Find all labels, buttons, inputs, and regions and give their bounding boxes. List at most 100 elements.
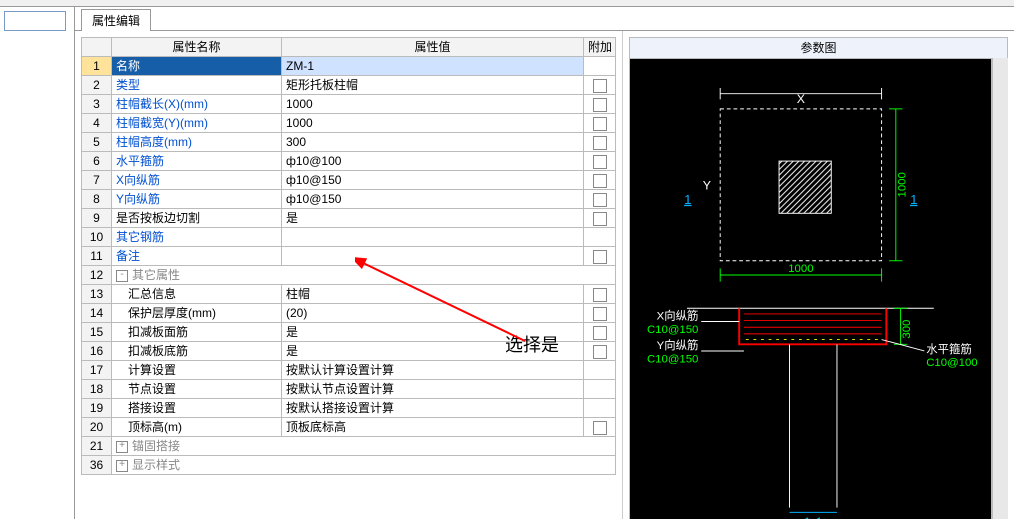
extra-cell[interactable] [584, 133, 616, 152]
table-row[interactable]: 12-其它属性 [82, 266, 616, 285]
extra-cell[interactable] [584, 76, 616, 95]
toolbar-strip [0, 0, 1014, 7]
prop-value[interactable]: 1000 [282, 114, 584, 133]
table-row[interactable]: 18 节点设置 按默认节点设置计算 [82, 380, 616, 399]
extra-cell[interactable] [584, 247, 616, 266]
prop-value[interactable]: 按默认计算设置计算 [282, 361, 584, 380]
extra-cell[interactable] [584, 95, 616, 114]
svg-text:1-1: 1-1 [804, 515, 823, 519]
checkbox-icon[interactable] [593, 250, 607, 264]
checkbox-icon[interactable] [593, 193, 607, 207]
row-number: 19 [82, 399, 112, 418]
prop-value[interactable]: 矩形托板柱帽 [282, 76, 584, 95]
prop-value[interactable]: 是 [282, 209, 584, 228]
col-value: 属性值 [282, 38, 584, 57]
table-row[interactable]: 20 顶标高(m)顶板底标高 [82, 418, 616, 437]
extra-cell[interactable] [584, 285, 616, 304]
prop-value[interactable]: (20) [282, 304, 584, 323]
table-row[interactable]: 11备注 [82, 247, 616, 266]
col-extra: 附加 [584, 38, 616, 57]
checkbox-icon[interactable] [593, 174, 607, 188]
checkbox-icon[interactable] [593, 79, 607, 93]
row-number: 12 [82, 266, 112, 285]
row-number: 18 [82, 380, 112, 399]
prop-value[interactable]: 按默认搭接设置计算 [282, 399, 584, 418]
search-input[interactable] [4, 11, 66, 31]
table-row[interactable]: 1名称ZM-1 [82, 57, 616, 76]
table-row[interactable]: 21+锚固搭接 [82, 437, 616, 456]
row-number: 10 [82, 228, 112, 247]
svg-text:Y: Y [703, 179, 711, 193]
row-number: 2 [82, 76, 112, 95]
prop-value[interactable] [282, 228, 584, 247]
checkbox-icon[interactable] [593, 326, 607, 340]
extra-cell[interactable] [584, 171, 616, 190]
checkbox-icon[interactable] [593, 307, 607, 321]
extra-cell[interactable] [584, 114, 616, 133]
prop-value[interactable]: ZM-1 [282, 57, 584, 76]
prop-name: 其它属性 [132, 268, 180, 282]
prop-name: 顶标高(m) [116, 420, 182, 434]
svg-text:1: 1 [684, 192, 691, 207]
svg-text:X: X [797, 92, 805, 106]
prop-name: 其它钢筋 [116, 230, 164, 244]
extra-cell[interactable] [584, 361, 616, 380]
row-number: 11 [82, 247, 112, 266]
prop-value[interactable]: 1000 [282, 95, 584, 114]
expand-icon[interactable]: + [116, 441, 128, 453]
table-row[interactable]: 19 搭接设置按默认搭接设置计算 [82, 399, 616, 418]
extra-cell[interactable] [584, 190, 616, 209]
extra-cell[interactable] [584, 342, 616, 361]
table-row[interactable]: 10 其它钢筋 [82, 228, 616, 247]
table-row[interactable]: 9是否按板边切割是 [82, 209, 616, 228]
checkbox-icon[interactable] [593, 212, 607, 226]
table-row[interactable]: 4柱帽截宽(Y)(mm)1000 [82, 114, 616, 133]
prop-value[interactable]: ф10@150 [282, 171, 584, 190]
table-row[interactable]: 6水平箍筋ф10@100 [82, 152, 616, 171]
checkbox-icon[interactable] [593, 117, 607, 131]
table-row[interactable]: 17 计算设置按默认计算设置计算 [82, 361, 616, 380]
extra-cell[interactable] [584, 380, 616, 399]
expand-icon[interactable]: + [116, 460, 128, 472]
prop-name: 柱帽高度(mm) [116, 135, 192, 149]
prop-value[interactable]: 按默认节点设置计算 [282, 380, 584, 399]
table-row[interactable]: 13 汇总信息柱帽 [82, 285, 616, 304]
extra-cell[interactable] [584, 399, 616, 418]
checkbox-icon[interactable] [593, 288, 607, 302]
extra-cell[interactable] [584, 57, 616, 76]
prop-name: 节点设置 [116, 382, 176, 396]
table-row[interactable]: 7X向纵筋ф10@150 [82, 171, 616, 190]
prop-value[interactable]: ф10@150 [282, 190, 584, 209]
table-row[interactable]: 3柱帽截长(X)(mm)1000 [82, 95, 616, 114]
extra-cell[interactable] [584, 209, 616, 228]
scrollbar-stub[interactable] [992, 58, 1008, 519]
row-number: 16 [82, 342, 112, 361]
prop-name: 柱帽截宽(Y)(mm) [116, 116, 208, 130]
prop-value[interactable]: 顶板底标高 [282, 418, 584, 437]
table-row[interactable]: 5柱帽高度(mm)300 [82, 133, 616, 152]
prop-value[interactable]: ф10@100 [282, 152, 584, 171]
extra-cell[interactable] [584, 304, 616, 323]
row-number: 1 [82, 57, 112, 76]
checkbox-icon[interactable] [593, 345, 607, 359]
extra-cell[interactable] [584, 418, 616, 437]
row-number: 15 [82, 323, 112, 342]
prop-value[interactable]: 柱帽 [282, 285, 584, 304]
tab-property-edit[interactable]: 属性编辑 [81, 9, 151, 31]
extra-cell[interactable] [584, 323, 616, 342]
extra-cell[interactable] [584, 228, 616, 247]
checkbox-icon[interactable] [593, 98, 607, 112]
checkbox-icon[interactable] [593, 421, 607, 435]
checkbox-icon[interactable] [593, 155, 607, 169]
svg-text:1: 1 [910, 192, 917, 207]
expand-icon[interactable]: - [116, 270, 128, 282]
checkbox-icon[interactable] [593, 136, 607, 150]
table-row[interactable]: 14 保护层厚度(mm)(20) [82, 304, 616, 323]
prop-value[interactable] [282, 247, 584, 266]
table-row[interactable]: 36+显示样式 [82, 456, 616, 475]
table-row[interactable]: 2 类型 矩形托板柱帽 [82, 76, 616, 95]
extra-cell[interactable] [584, 152, 616, 171]
prop-value[interactable]: 300 [282, 133, 584, 152]
prop-name: 类型 [116, 78, 140, 92]
table-row[interactable]: 8Y向纵筋ф10@150 [82, 190, 616, 209]
